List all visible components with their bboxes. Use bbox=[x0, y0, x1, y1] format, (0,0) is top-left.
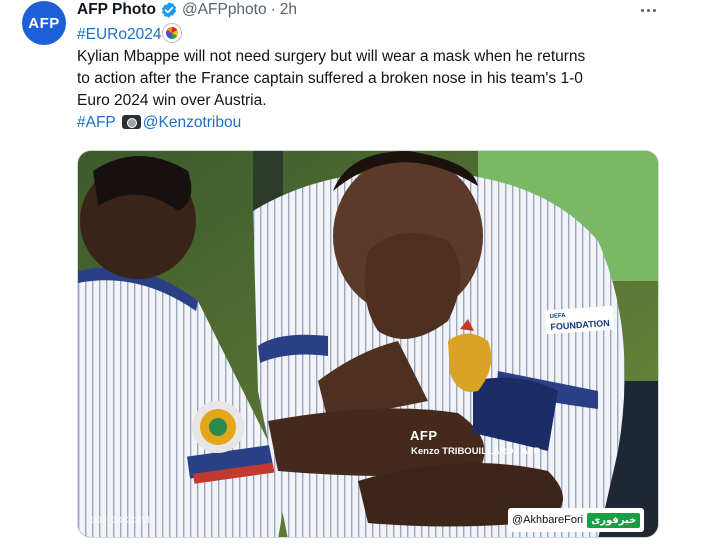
watermark-logo: AFP bbox=[410, 428, 438, 443]
display-name[interactable]: AFP Photo bbox=[77, 1, 156, 19]
image-id: 000_34XC3VE bbox=[91, 515, 154, 525]
photographer-mention[interactable]: @Kenzotribou bbox=[143, 114, 241, 131]
tweet-header: AFP Photo @AFPphoto · 2h bbox=[77, 0, 297, 20]
body-line-3: Euro 2024 win over Austria. bbox=[77, 92, 267, 109]
watermark-credit: Kenzo TRIBOUILLARD / AFP bbox=[411, 446, 540, 457]
body-line-2: to action after the France captain suffe… bbox=[77, 70, 583, 87]
camera-emoji-icon bbox=[121, 115, 141, 129]
hashtag-afp[interactable]: #AFP bbox=[77, 114, 116, 131]
verified-badge-icon bbox=[160, 1, 178, 19]
body-line-1: Kylian Mbappe will not need surgery but … bbox=[77, 48, 586, 65]
photo-illustration bbox=[78, 151, 658, 537]
tweet-card[interactable]: AFP AFP Photo @AFPphoto · 2h #EURo2024 K… bbox=[0, 0, 721, 551]
source-logo: خبرفوری bbox=[587, 512, 641, 528]
avatar[interactable]: AFP bbox=[22, 1, 66, 45]
user-handle[interactable]: @AFPphoto bbox=[182, 1, 267, 19]
more-options-icon[interactable] bbox=[636, 2, 660, 18]
hashtag-euro2024[interactable]: #EURo2024 bbox=[77, 26, 161, 43]
separator-dot: · bbox=[270, 1, 276, 18]
source-handle: @AkhbareFori bbox=[512, 514, 584, 526]
shirt-badge: UEFA FOUNDATION bbox=[545, 305, 615, 335]
tweet-text: #EURo2024 Kylian Mbappe will not need su… bbox=[77, 24, 667, 134]
trophy-emoji-icon bbox=[163, 24, 182, 42]
tweet-photo[interactable]: UEFA FOUNDATION AFP Kenzo TRIBOUILLARD /… bbox=[77, 150, 659, 538]
source-badge: @AkhbareFori خبرفوری bbox=[508, 508, 645, 532]
timestamp[interactable]: 2h bbox=[280, 1, 297, 19]
